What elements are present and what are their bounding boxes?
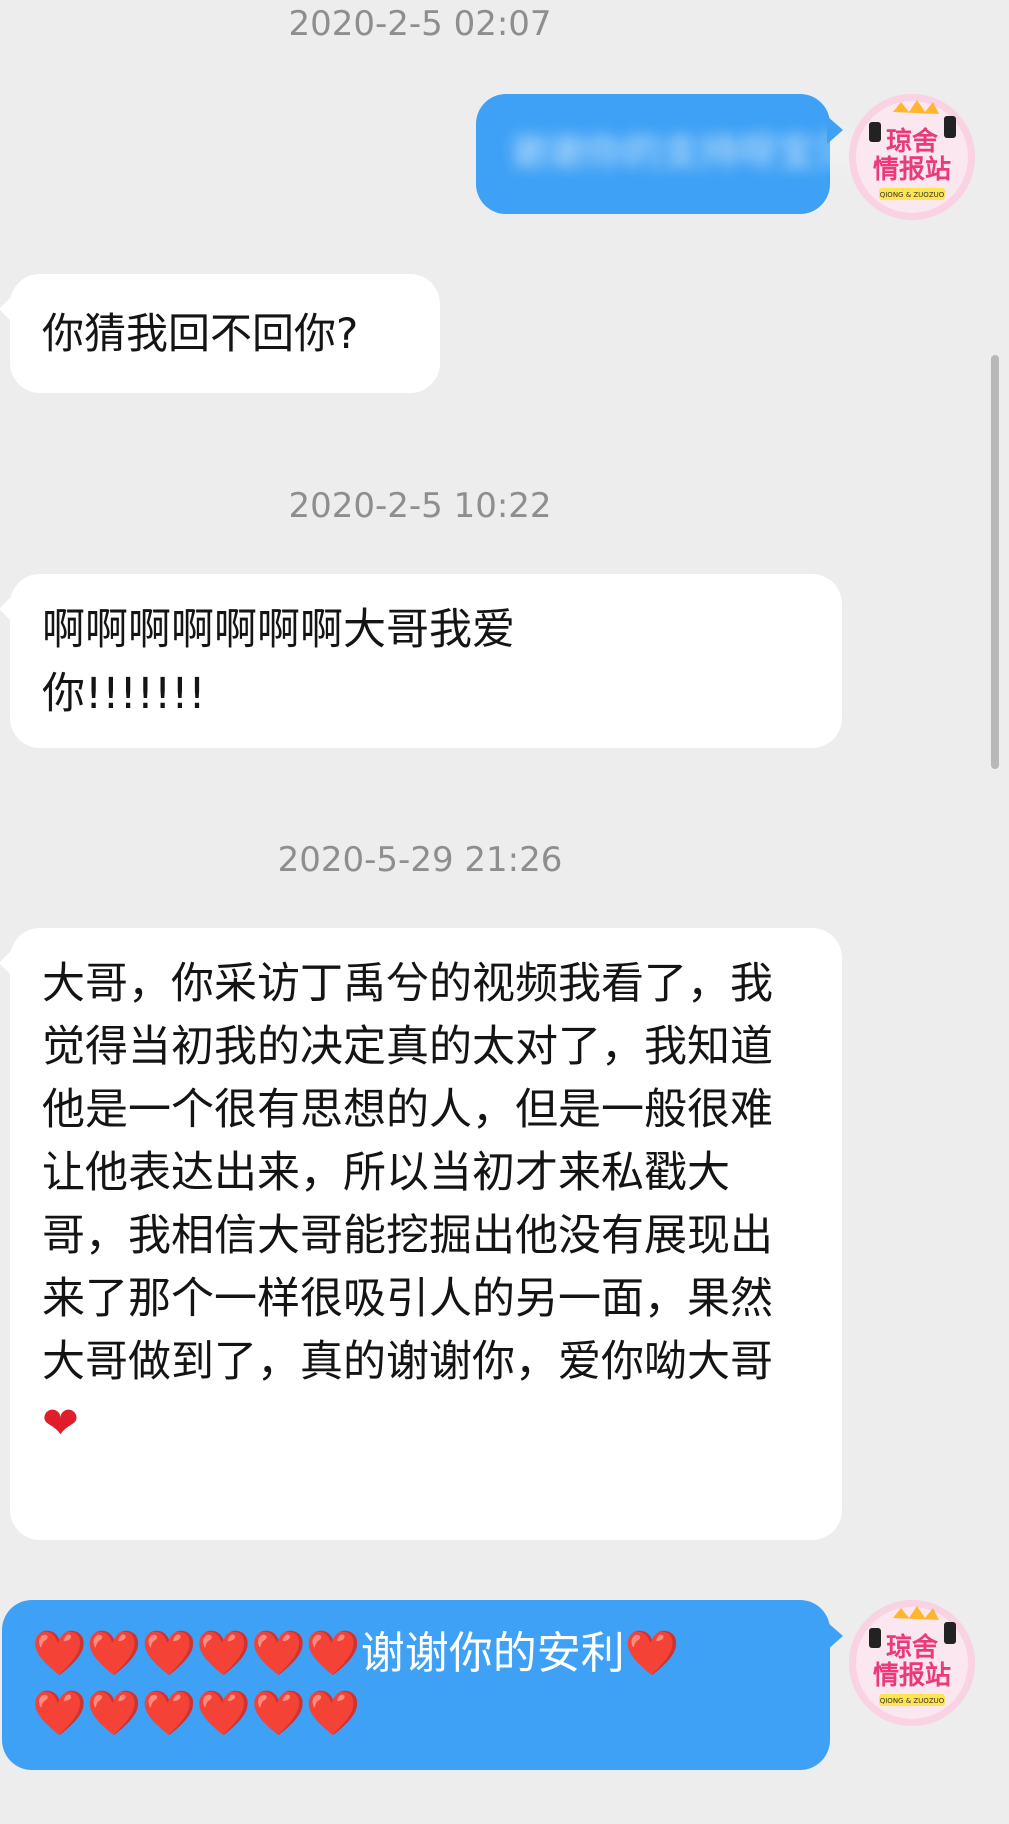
avatar-title-line1: 琼舍 xyxy=(886,1632,938,1663)
avatar-logo-icon: 琼舍 情报站 QIONG & ZUOZUO xyxy=(849,1600,975,1726)
chat-timestamp: 2020-2-5 02:07 xyxy=(288,4,552,44)
user-avatar[interactable]: 琼舍 情报站 QIONG & ZUOZUO xyxy=(849,1600,975,1726)
heart-row-icon: ❤️❤️❤️❤️❤️❤️ xyxy=(32,1628,361,1679)
avatar-badge-text: QIONG & ZUOZUO xyxy=(880,1697,945,1705)
user-avatar[interactable]: 琼舍 情报站 QIONG & ZUOZUO xyxy=(849,94,975,220)
heart-emoji-icon: ❤ xyxy=(42,1398,79,1449)
avatar-title-line2: 情报站 xyxy=(873,154,951,185)
incoming-message-bubble[interactable]: 你猜我回不回你? xyxy=(0,274,440,393)
avatar-title-line2: 情报站 xyxy=(873,1660,951,1691)
message-text: ❤️❤️❤️❤️❤️❤️谢谢你的安利❤️ xyxy=(32,1624,800,1684)
heart-row-icon: ❤️❤️❤️❤️❤️❤️ xyxy=(32,1688,361,1739)
avatar-badge-text: QIONG & ZUOZUO xyxy=(880,191,945,199)
avatar-logo-icon: 琼舍 情报站 QIONG & ZUOZUO xyxy=(849,94,975,220)
incoming-message-bubble[interactable]: 大哥，你采访丁禹兮的视频我看了，我觉得当初我的决定真的太对了，我知道他是一个很有… xyxy=(0,928,842,1540)
avatar-title-line1: 琼舍 xyxy=(886,126,938,157)
message-text: 大哥，你采访丁禹兮的视频我看了，我觉得当初我的决定真的太对了，我知道他是一个很有… xyxy=(42,959,773,1387)
message-text: 你猜我回不回你? xyxy=(42,309,359,358)
chat-timestamp: 2020-5-29 21:26 xyxy=(277,840,563,880)
blurred-message-text: 谢谢你的支持呀宝贝i xyxy=(510,130,863,174)
outgoing-message-bubble[interactable]: 谢谢你的支持呀宝贝i xyxy=(476,94,863,214)
scrollbar[interactable] xyxy=(991,355,999,769)
incoming-message-bubble[interactable]: 啊啊啊啊啊啊啊大哥我爱你!!!!!!! xyxy=(0,574,842,748)
message-text-words: 谢谢你的安利 xyxy=(360,1628,625,1679)
outgoing-message-bubble[interactable]: ❤️❤️❤️❤️❤️❤️谢谢你的安利❤️ ❤️❤️❤️❤️❤️❤️ xyxy=(2,1600,843,1770)
message-text: 啊啊啊啊啊啊啊大哥我爱你!!!!!!! xyxy=(42,605,515,719)
heart-tail-icon: ❤️ xyxy=(624,1628,680,1679)
chat-timestamp: 2020-2-5 10:22 xyxy=(288,486,552,526)
